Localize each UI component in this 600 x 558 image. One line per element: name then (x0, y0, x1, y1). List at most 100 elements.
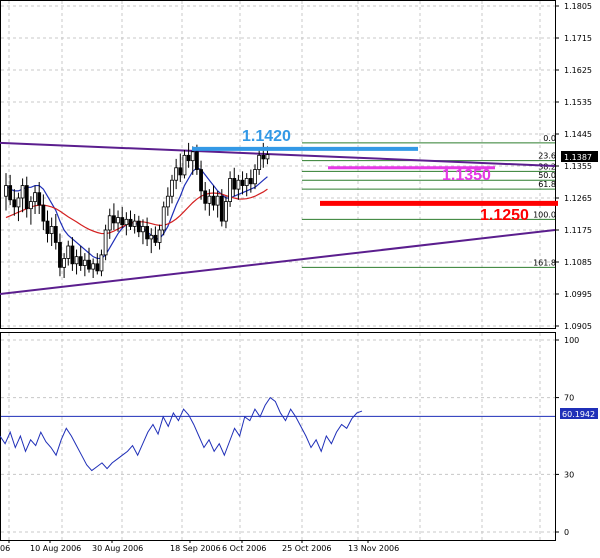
indicator-panel-frame (0, 332, 556, 541)
candle-bear (78, 256, 83, 266)
candle-bull (4, 185, 8, 197)
candle-bull (16, 197, 21, 208)
candle-bear (45, 220, 50, 234)
indicator-axis-label: 100 (564, 336, 579, 345)
candle-bull (33, 192, 37, 202)
candle-bear (178, 167, 183, 176)
candle-bull (28, 201, 33, 210)
candle-bear (53, 226, 58, 243)
candle-bear (211, 195, 216, 206)
indicator-axis: 100 70 30 0 (555, 336, 579, 537)
candle-bear (70, 245, 75, 265)
candle-bear (136, 220, 141, 233)
fib-level-label: 61.8 (538, 180, 556, 189)
candle-bull (215, 195, 220, 206)
candle-bull (20, 185, 25, 199)
candle-bear (41, 204, 46, 222)
current-price-value: 1.1387 (564, 153, 592, 162)
fib-level-label: 50.0 (538, 171, 556, 180)
candle-bear (24, 185, 29, 210)
candle-bear (8, 185, 13, 201)
indicator-axis-label: 30 (564, 470, 574, 479)
candle-bear (128, 218, 133, 227)
candle-bear (37, 192, 42, 206)
candle-bull (244, 178, 249, 186)
price-axis-label: 1.1355 (564, 162, 592, 171)
indicator-axis-label: 70 (564, 394, 574, 403)
candle-bear (87, 259, 91, 270)
candle-bull (82, 259, 87, 266)
price-panel (0, 0, 556, 329)
price-axis-label: 1.1175 (564, 226, 592, 235)
candle-bull (265, 154, 270, 160)
chart-svg: 0.023.638.250.061.8100.0161.8 1.1420 1.1… (0, 0, 598, 553)
time-axis-label: 6 Oct 2006 (222, 544, 266, 553)
level-label-blue: 1.1420 (242, 128, 291, 145)
indicator-axis-label: 0 (564, 528, 569, 537)
indicator-value-tag: 60.1942 (560, 408, 598, 419)
candle-bull (236, 179, 241, 190)
price-axis-label: 1.1715 (564, 34, 592, 43)
time-axis: 06 10 Aug 2006 30 Aug 2006 18 Sep 2006 6 Oct… (0, 540, 399, 553)
candle-bear (199, 169, 203, 192)
indicator-panel (0, 332, 556, 541)
time-axis-label: 25 Oct 2006 (282, 544, 331, 553)
candle-bear (145, 226, 150, 240)
time-axis-label: 18 Sep 2006 (170, 544, 221, 553)
price-axis-label: 1.1085 (564, 258, 592, 267)
price-axis-label: 1.1445 (564, 130, 592, 139)
candle-bull (132, 220, 137, 227)
time-axis-label: 30 Aug 2006 (92, 544, 143, 553)
candle-bear (232, 178, 237, 190)
time-axis-label: 06 (0, 544, 10, 553)
candle-bull (174, 167, 179, 181)
candle-bear (95, 263, 100, 272)
price-axis-label: 1.0995 (564, 290, 592, 299)
candle-bull (157, 229, 162, 243)
candle-bear (112, 215, 116, 224)
candle-bull (182, 154, 187, 176)
fib-level-label: 100.0 (533, 210, 556, 219)
fib-level-label: 161.8 (533, 258, 556, 267)
fib-level-label: 23.6 (538, 152, 556, 161)
candle-bull (190, 151, 195, 162)
current-price-tag: 1.1387 (561, 151, 598, 162)
candle-bull (103, 229, 108, 256)
candle-bull (107, 215, 112, 231)
candle-bear (261, 154, 266, 160)
candle-bull (99, 254, 104, 272)
candle-bull (62, 258, 66, 268)
indicator-value-text: 60.1942 (562, 410, 595, 419)
candle-bull (49, 226, 54, 234)
level-label-red: 1.1250 (480, 207, 529, 224)
candle-bull (165, 195, 170, 208)
candle-bear (194, 151, 199, 170)
candle-bull (66, 245, 71, 259)
candle-bear (240, 179, 245, 186)
price-axis-label: 1.0905 (564, 322, 592, 331)
candle-bull (74, 256, 79, 265)
candle-bull (228, 178, 233, 202)
candle-bull (91, 263, 96, 270)
candle-bear (58, 242, 62, 268)
level-label-magenta: 1.1350 (442, 167, 491, 184)
candle-bull (224, 201, 228, 222)
candle-bear (153, 234, 158, 243)
fib-level-label: 0.0 (543, 134, 556, 143)
price-axis-label: 1.1805 (564, 2, 592, 11)
price-axis: 1.1805 1.1715 1.1625 1.1535 1.1445 1.1355 1.12… (555, 2, 592, 331)
candle-bull (161, 206, 166, 231)
candle-bull (149, 234, 154, 240)
price-panel-frame (0, 0, 556, 329)
candle-bear (186, 154, 191, 162)
candle-bear (12, 199, 17, 208)
candle-bull (253, 169, 257, 185)
time-axis-label: 13 Nov 2006 (348, 544, 399, 553)
candle-bull (116, 217, 120, 224)
candle-bear (203, 190, 208, 204)
candle-bull (124, 218, 129, 226)
time-axis-label: 10 Aug 2006 (30, 544, 81, 553)
price-axis-label: 1.1265 (564, 194, 592, 203)
price-axis-label: 1.1625 (564, 66, 592, 75)
candle-bull (257, 154, 262, 170)
